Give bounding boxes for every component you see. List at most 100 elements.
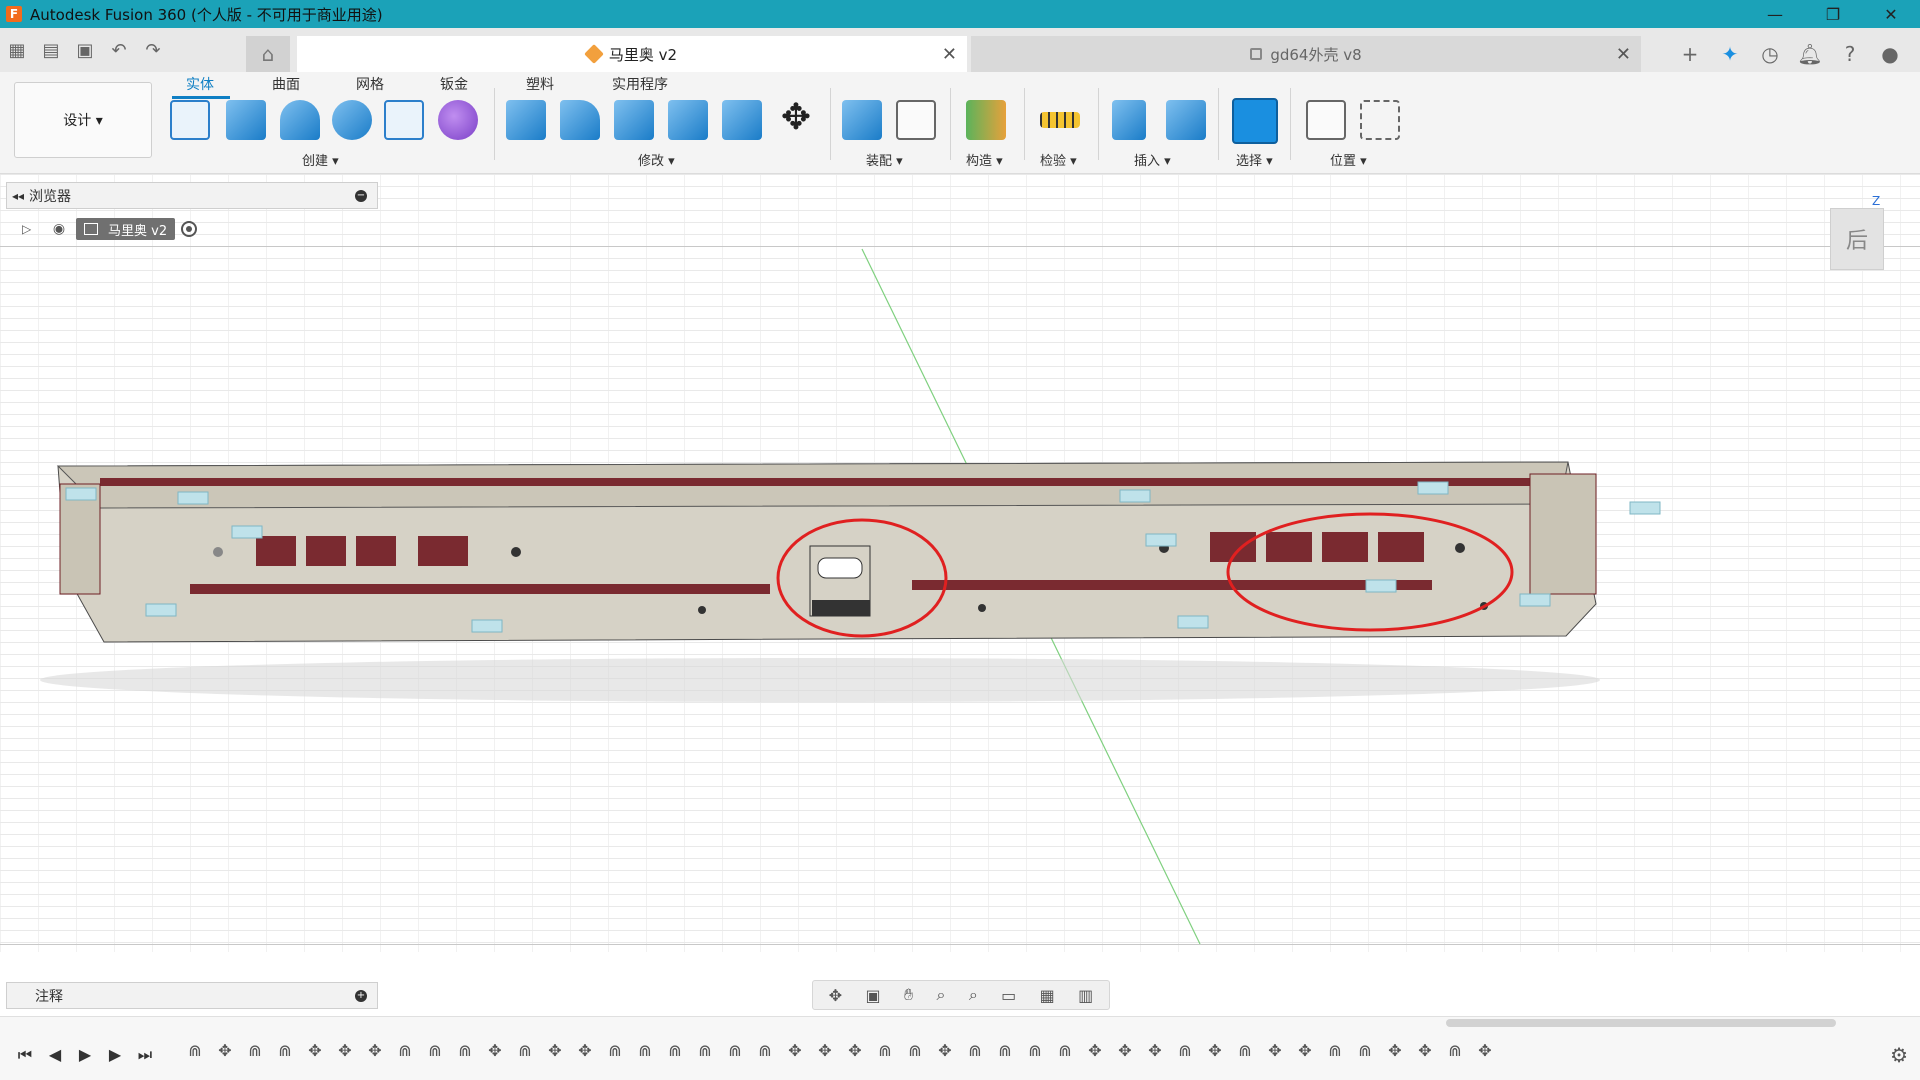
timeline-joint-feature-icon[interactable]: ⋒ bbox=[750, 1039, 780, 1061]
close-tab-icon[interactable]: ✕ bbox=[942, 44, 957, 65]
timeline-joint-feature-icon[interactable]: ⋒ bbox=[660, 1039, 690, 1061]
play-icon[interactable]: ▶ bbox=[70, 1045, 100, 1065]
timeline-move-feature-icon[interactable]: ✥ bbox=[1380, 1039, 1410, 1061]
timeline-move-feature-icon[interactable]: ✥ bbox=[1200, 1039, 1230, 1061]
new-tab-icon[interactable]: + bbox=[1670, 36, 1710, 72]
file-menu-icon[interactable]: ▤ bbox=[34, 33, 68, 67]
viewcube[interactable]: 后 bbox=[1830, 208, 1884, 270]
new-component-icon[interactable] bbox=[842, 100, 882, 140]
select-icon[interactable] bbox=[1232, 98, 1278, 144]
display-settings-icon[interactable]: ▭ bbox=[1001, 986, 1016, 1005]
notifications-icon[interactable]: 🔔︎ bbox=[1790, 36, 1830, 72]
timeline-move-feature-icon[interactable]: ✥ bbox=[540, 1039, 570, 1061]
minimize-button[interactable]: — bbox=[1746, 0, 1804, 28]
fillet-icon[interactable] bbox=[560, 100, 600, 140]
timeline-joint-feature-icon[interactable]: ⋒ bbox=[270, 1039, 300, 1061]
insert-canvas-icon[interactable] bbox=[1166, 100, 1206, 140]
combine-icon[interactable] bbox=[668, 100, 708, 140]
timeline-joint-feature-icon[interactable]: ⋒ bbox=[1230, 1039, 1260, 1061]
timeline-move-feature-icon[interactable]: ✥ bbox=[300, 1039, 330, 1061]
timeline-joint-feature-icon[interactable]: ⋒ bbox=[870, 1039, 900, 1061]
workspace-switcher-button[interactable]: 设计 ▾ bbox=[14, 82, 152, 158]
tab-plastic[interactable]: 塑料 bbox=[526, 74, 554, 94]
offset-plane-icon[interactable] bbox=[966, 100, 1006, 140]
tab-gd64-shell-v8[interactable]: gd64外壳 v8 ✕ bbox=[971, 36, 1641, 72]
notes-panel-header[interactable]: 注释 + bbox=[6, 982, 378, 1009]
timeline-move-feature-icon[interactable]: ✥ bbox=[1290, 1039, 1320, 1061]
extensions-icon[interactable]: ✦ bbox=[1710, 36, 1750, 72]
measure-icon[interactable] bbox=[1040, 112, 1080, 128]
pattern-icon[interactable] bbox=[384, 100, 424, 140]
go-to-end-icon[interactable]: ⏭ bbox=[130, 1045, 160, 1065]
revert-position-icon[interactable] bbox=[1360, 100, 1400, 140]
close-window-button[interactable]: ✕ bbox=[1862, 0, 1920, 28]
tab-mesh[interactable]: 网格 bbox=[356, 74, 384, 94]
create-sketch-icon[interactable] bbox=[170, 100, 210, 140]
close-tab-icon[interactable]: ✕ bbox=[1616, 44, 1631, 65]
job-status-icon[interactable]: ◷ bbox=[1750, 36, 1790, 72]
split-face-icon[interactable] bbox=[722, 100, 762, 140]
tab-sheet-metal[interactable]: 钣金 bbox=[440, 74, 468, 94]
go-to-start-icon[interactable]: ⏮ bbox=[10, 1045, 40, 1065]
form-icon[interactable] bbox=[438, 100, 478, 140]
press-pull-icon[interactable] bbox=[506, 100, 546, 140]
home-icon[interactable]: ⌂ bbox=[246, 36, 290, 72]
timeline-move-feature-icon[interactable]: ✥ bbox=[1470, 1039, 1500, 1061]
timeline-scrollbar[interactable] bbox=[1446, 1019, 1836, 1027]
timeline-joint-feature-icon[interactable]: ⋒ bbox=[690, 1039, 720, 1061]
modify-group-label[interactable]: 修改 ▾ bbox=[638, 150, 675, 169]
timeline-move-feature-icon[interactable]: ✥ bbox=[930, 1039, 960, 1061]
timeline-joint-feature-icon[interactable]: ⋒ bbox=[600, 1039, 630, 1061]
timeline-joint-feature-icon[interactable]: ⋒ bbox=[630, 1039, 660, 1061]
timeline-joint-feature-icon[interactable]: ⋒ bbox=[510, 1039, 540, 1061]
extrude-icon[interactable] bbox=[226, 100, 266, 140]
timeline-joint-feature-icon[interactable]: ⋒ bbox=[1050, 1039, 1080, 1061]
timeline-move-feature-icon[interactable]: ✥ bbox=[840, 1039, 870, 1061]
browser-minimize-icon[interactable]: − bbox=[355, 189, 367, 202]
pan-icon[interactable]: ✋︎ bbox=[904, 985, 913, 1005]
expand-triangle-icon[interactable]: ▷ bbox=[22, 222, 36, 236]
timeline-joint-feature-icon[interactable]: ⋒ bbox=[450, 1039, 480, 1061]
construct-group-label[interactable]: 构造 ▾ bbox=[966, 150, 1003, 169]
timeline-move-feature-icon[interactable]: ✥ bbox=[1080, 1039, 1110, 1061]
joint-icon[interactable] bbox=[896, 100, 936, 140]
restore-button[interactable]: ❐ bbox=[1804, 0, 1862, 28]
timeline-joint-feature-icon[interactable]: ⋒ bbox=[1320, 1039, 1350, 1061]
timeline-move-feature-icon[interactable]: ✥ bbox=[210, 1039, 240, 1061]
tab-solid[interactable]: 实体 bbox=[186, 74, 214, 94]
collapse-panel-icon[interactable]: ◂◂ bbox=[7, 189, 29, 203]
timeline-joint-feature-icon[interactable]: ⋒ bbox=[990, 1039, 1020, 1061]
activate-component-icon[interactable] bbox=[181, 221, 198, 237]
user-avatar-icon[interactable]: ● bbox=[1870, 36, 1910, 72]
timeline-joint-feature-icon[interactable]: ⋒ bbox=[390, 1039, 420, 1061]
revolve-icon[interactable] bbox=[280, 100, 320, 140]
assemble-group-label[interactable]: 装配 ▾ bbox=[866, 150, 903, 169]
create-group-label[interactable]: 创建 ▾ bbox=[302, 150, 339, 169]
grid-settings-icon[interactable]: ▦ bbox=[1040, 986, 1055, 1005]
chamfer-icon[interactable] bbox=[614, 100, 654, 140]
look-at-icon[interactable]: ▣ bbox=[865, 986, 880, 1005]
timeline-joint-feature-icon[interactable]: ⋒ bbox=[1350, 1039, 1380, 1061]
select-group-label[interactable]: 选择 ▾ bbox=[1236, 150, 1273, 169]
timeline-joint-feature-icon[interactable]: ⋒ bbox=[180, 1039, 210, 1061]
hole-icon[interactable] bbox=[332, 100, 372, 140]
undo-icon[interactable]: ↶ bbox=[102, 33, 136, 67]
insert-mcmaster-icon[interactable] bbox=[1112, 100, 1146, 140]
move-copy-icon[interactable]: ✥ bbox=[776, 100, 816, 140]
timeline-move-feature-icon[interactable]: ✥ bbox=[780, 1039, 810, 1061]
browser-panel-header[interactable]: ◂◂ 浏览器 − bbox=[6, 182, 378, 209]
timeline-move-feature-icon[interactable]: ✥ bbox=[1110, 1039, 1140, 1061]
timeline-move-feature-icon[interactable]: ✥ bbox=[480, 1039, 510, 1061]
tab-mario-v2[interactable]: 马里奥 v2 ✕ bbox=[297, 36, 967, 72]
timeline-settings-gear-icon[interactable]: ⚙ bbox=[1890, 1043, 1908, 1067]
3d-viewport[interactable]: 后 Z bbox=[0, 174, 1920, 952]
timeline-move-feature-icon[interactable]: ✥ bbox=[330, 1039, 360, 1061]
timeline-move-feature-icon[interactable]: ✥ bbox=[810, 1039, 840, 1061]
timeline-move-feature-icon[interactable]: ✥ bbox=[1140, 1039, 1170, 1061]
timeline-move-feature-icon[interactable]: ✥ bbox=[570, 1039, 600, 1061]
tab-utilities[interactable]: 实用程序 bbox=[612, 74, 668, 94]
timeline-joint-feature-icon[interactable]: ⋒ bbox=[1440, 1039, 1470, 1061]
timeline-joint-feature-icon[interactable]: ⋒ bbox=[240, 1039, 270, 1061]
step-forward-icon[interactable]: ▶ bbox=[100, 1045, 130, 1065]
timeline-joint-feature-icon[interactable]: ⋒ bbox=[900, 1039, 930, 1061]
